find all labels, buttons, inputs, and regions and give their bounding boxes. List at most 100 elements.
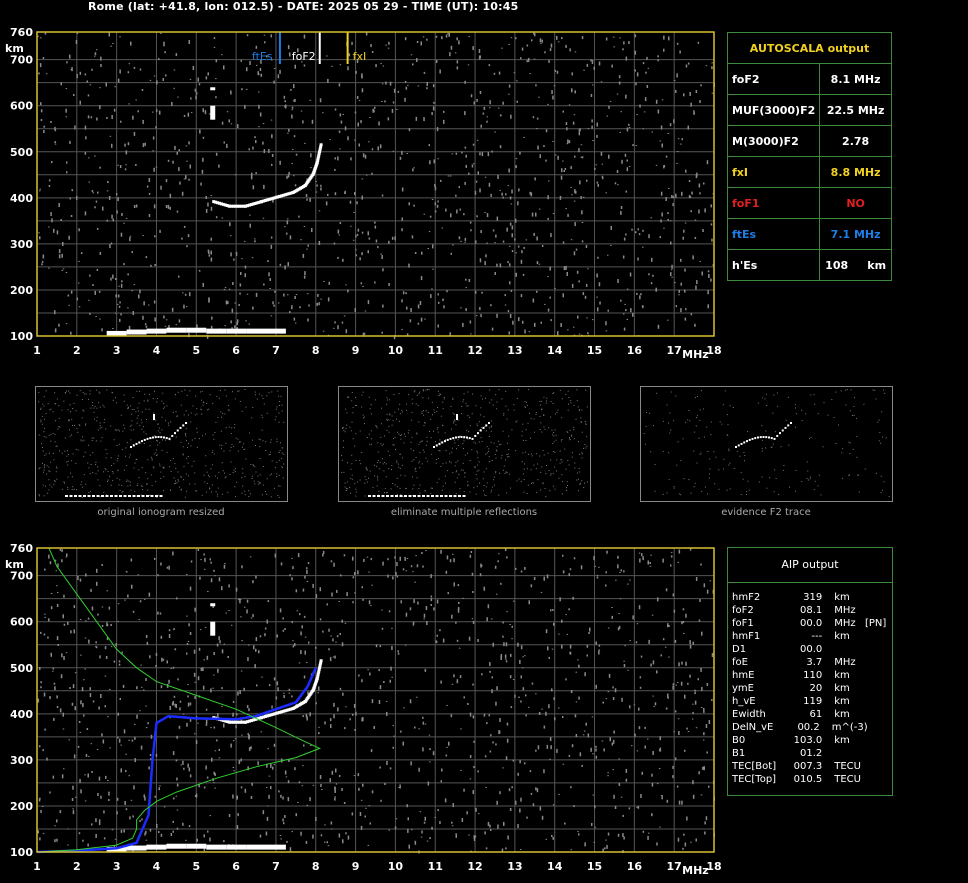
noise-dot [337,325,339,330]
thumbnail-e-trace [137,495,140,497]
thumbnail-noise [261,494,263,496]
noise-dot [610,225,612,230]
noise-dot [258,104,260,109]
thumbnail-noise [718,488,720,490]
noise-dot [119,301,121,304]
noise-dot [221,649,224,654]
thumbnail-noise [553,485,554,487]
noise-dot [416,41,419,43]
thumbnail-noise [566,481,568,483]
thumbnail-noise [522,439,524,441]
noise-dot [263,184,265,189]
noise-dot [507,835,509,840]
noise-dot [570,239,573,241]
noise-dot [619,572,621,573]
noise-dot [39,837,41,841]
thumbnail-noise [376,485,378,487]
thumbnail-noise [233,446,235,448]
noise-dot [674,282,676,284]
noise-dot [607,832,610,836]
noise-dot [248,735,250,740]
thumbnail-noise [184,434,186,436]
thumbnail-noise [442,485,444,487]
noise-dot [626,167,629,172]
noise-dot [45,73,48,75]
noise-dot [98,776,101,781]
thumbnail-noise [69,404,71,406]
noise-dot [698,771,700,775]
noise-dot [300,831,302,836]
thumbnail-noise [585,447,587,449]
noise-dot [545,629,548,634]
thumbnail-noise [161,400,163,402]
thumbnail-noise [501,398,503,400]
noise-dot [48,179,51,182]
noise-dot [553,85,556,87]
noise-dot [291,114,293,119]
noise-dot [50,652,52,657]
noise-dot [144,323,147,326]
noise-dot [358,674,360,677]
thumbnail-noise [266,412,268,414]
noise-dot [154,795,156,798]
thumbnail-noise [249,432,250,434]
thumbnail-noise [229,450,231,452]
noise-dot [239,599,242,600]
noise-dot [582,196,585,198]
noise-dot [88,755,90,757]
thumbnail-noise [424,490,426,492]
noise-dot [562,110,564,113]
thumbnail-noise [398,466,400,468]
thumbnail-noise [531,482,532,484]
thumbnail-noise [423,451,425,453]
noise-dot [166,566,169,569]
noise-dot [638,707,640,711]
thumbnail-noise [536,491,538,493]
thumbnail-noise [111,465,112,466]
thumbnail-noise [553,441,555,443]
thumbnail-noise [143,426,144,428]
noise-dot [325,201,328,206]
noise-dot [609,737,611,742]
thumbnail-noise [54,481,56,483]
thumbnail-trace [165,437,168,440]
noise-dot [358,143,360,147]
aip-param-name: DelN_vE [732,722,774,733]
thumbnail-noise [693,486,695,488]
thumbnail-noise [223,450,225,452]
thumbnail-noise [230,433,232,434]
noise-dot [183,114,186,117]
thumbnail-noise [744,455,746,456]
thumbnail-noise [412,403,414,405]
thumbnail-noise [694,397,696,399]
noise-dot [228,814,231,817]
thumbnail-noise [55,445,57,447]
noise-dot [239,283,242,287]
thumbnail-noise [770,446,772,448]
noise-dot [168,565,170,570]
noise-dot [486,116,488,118]
thumbnail-noise [355,433,357,435]
noise-dot [238,598,240,601]
noise-dot [56,819,58,823]
thumbnail-e-trace [444,495,448,497]
thumbnail-trace [160,436,163,439]
thumbnail-noise [396,486,398,488]
noise-dot [274,290,276,293]
thumbnail-noise [464,476,466,478]
thumbnail-noise [140,419,142,421]
thumbnail-e-trace [408,495,412,497]
noise-dot [96,227,99,230]
noise-dot [701,271,703,276]
noise-dot [79,100,81,105]
noise-dot [423,71,426,74]
noise-dot [696,280,698,285]
noise-dot [305,840,308,844]
thumbnail-noise [496,408,498,410]
thumbnail-noise [221,462,223,464]
noise-dot [702,229,704,232]
noise-dot [616,93,619,95]
thumbnail-noise [183,414,185,416]
aip-param-name: B1 [732,748,746,759]
noise-dot [388,610,391,613]
